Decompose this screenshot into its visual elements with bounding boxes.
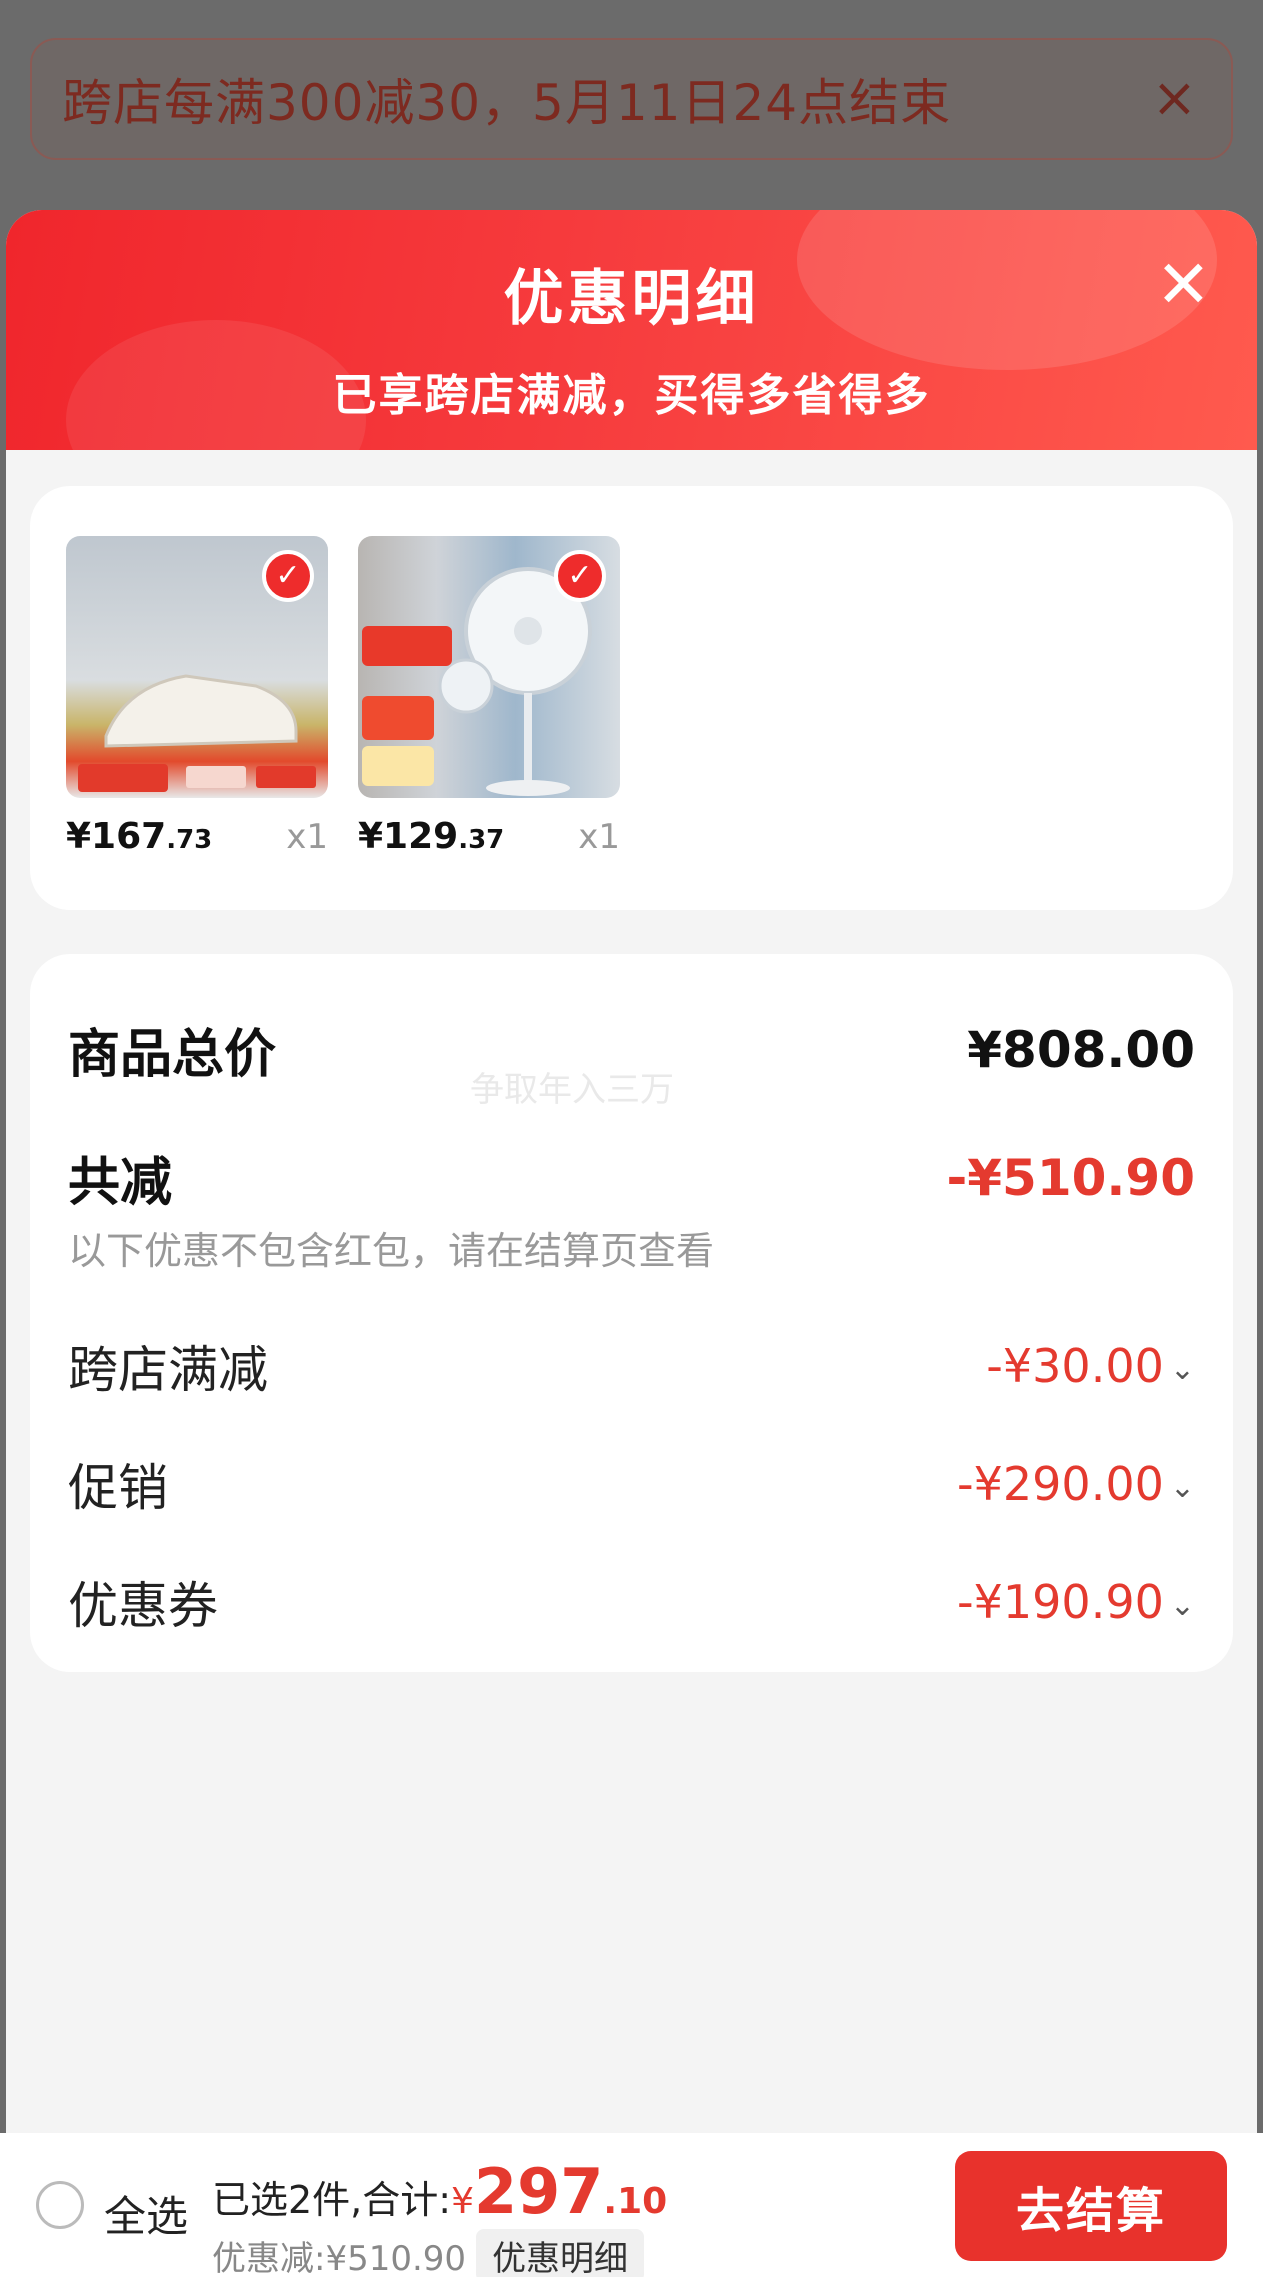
discount-item-label: 促销 — [68, 1459, 168, 1517]
shoe-product-image: ✓ — [66, 536, 328, 798]
total-price-label: 商品总价 — [68, 1025, 277, 1085]
fan-product-image: ✓ — [358, 536, 620, 798]
select-all-label[interactable]: 全选 — [104, 2183, 188, 2244]
sheet-header: 优惠明细 已享跨店满减，买得多省得多 ✕ — [6, 210, 1257, 520]
product-price: ¥129.37 — [358, 816, 505, 857]
sheet-title: 优惠明细 — [503, 264, 760, 334]
product-list-card: ✓ ¥167.73 x1 ✓ ¥129.37 x1 — [30, 486, 1233, 910]
discount-item-cross-store[interactable]: 跨店满减 -¥30.00 ⌄ — [68, 1330, 1195, 1402]
total-currency: ¥ — [451, 2181, 474, 2222]
selected-summary: 已选2件,合计:¥297.10 — [212, 2155, 667, 2228]
discount-item-coupon[interactable]: 优惠券 -¥190.90 ⌄ — [68, 1566, 1195, 1638]
checkout-button[interactable]: 去结算 — [955, 2151, 1227, 2261]
discount-item-value: -¥30.00 ⌄ — [986, 1339, 1195, 1393]
total-amount-decimal: .10 — [603, 2181, 668, 2222]
total-discount-value: -¥510.90 — [946, 1148, 1196, 1207]
discount-item-label: 优惠券 — [68, 1577, 218, 1635]
product-item[interactable]: ✓ ¥129.37 x1 — [358, 536, 620, 857]
selected-check-icon[interactable]: ✓ — [554, 550, 606, 602]
total-discount-row: 共减 -¥510.90 — [68, 1140, 1195, 1215]
saved-summary: 优惠减:¥510.90 优惠明细 — [212, 2229, 645, 2277]
product-quantity: x1 — [286, 817, 328, 857]
promo-text: 跨店每满300减30，5月11日24点结束 — [62, 74, 952, 132]
total-discount-label: 共减 — [68, 1153, 173, 1213]
watermark: 争取年入三万 — [470, 1070, 674, 1110]
selected-check-icon[interactable]: ✓ — [262, 550, 314, 602]
discount-item-value: -¥290.00 ⌄ — [957, 1457, 1195, 1511]
total-amount: 297 — [473, 2155, 604, 2228]
discount-detail-sheet: 优惠明细 已享跨店满减，买得多省得多 ✕ ✓ ¥167.73 x1 ✓ ¥129… — [6, 210, 1257, 2277]
discount-note: 以下优惠不包含红包，请在结算页查看 — [68, 1229, 715, 1273]
chevron-down-icon[interactable]: ⌄ — [1170, 1588, 1195, 1623]
select-all-radio[interactable] — [36, 2181, 84, 2229]
checkout-bar: 全选 已选2件,合计:¥297.10 优惠减:¥510.90 优惠明细 去结算 — [0, 2133, 1263, 2277]
product-price: ¥167.73 — [66, 816, 213, 857]
chevron-down-icon[interactable]: ⌄ — [1170, 1352, 1195, 1387]
chevron-down-icon[interactable]: ⌄ — [1170, 1470, 1195, 1505]
saved-amount-text: 优惠减:¥510.90 — [212, 2239, 467, 2277]
selected-count-text: 已选2件,合计: — [212, 2178, 452, 2222]
product-item[interactable]: ✓ ¥167.73 x1 — [66, 536, 328, 857]
sheet-subtitle: 已享跨店满减，买得多省得多 — [332, 370, 931, 421]
discount-item-promotion[interactable]: 促销 -¥290.00 ⌄ — [68, 1448, 1195, 1520]
total-price-value: ¥808.00 — [967, 1020, 1195, 1079]
product-quantity: x1 — [578, 817, 620, 857]
discount-item-value: -¥190.90 ⌄ — [957, 1575, 1195, 1629]
close-icon[interactable]: ✕ — [1156, 250, 1211, 320]
discount-detail-button[interactable]: 优惠明细 — [476, 2229, 645, 2277]
promo-banner[interactable]: 跨店每满300减30，5月11日24点结束 × — [30, 38, 1233, 160]
close-icon[interactable]: × — [1152, 68, 1197, 128]
discount-item-label: 跨店满减 — [68, 1341, 268, 1399]
